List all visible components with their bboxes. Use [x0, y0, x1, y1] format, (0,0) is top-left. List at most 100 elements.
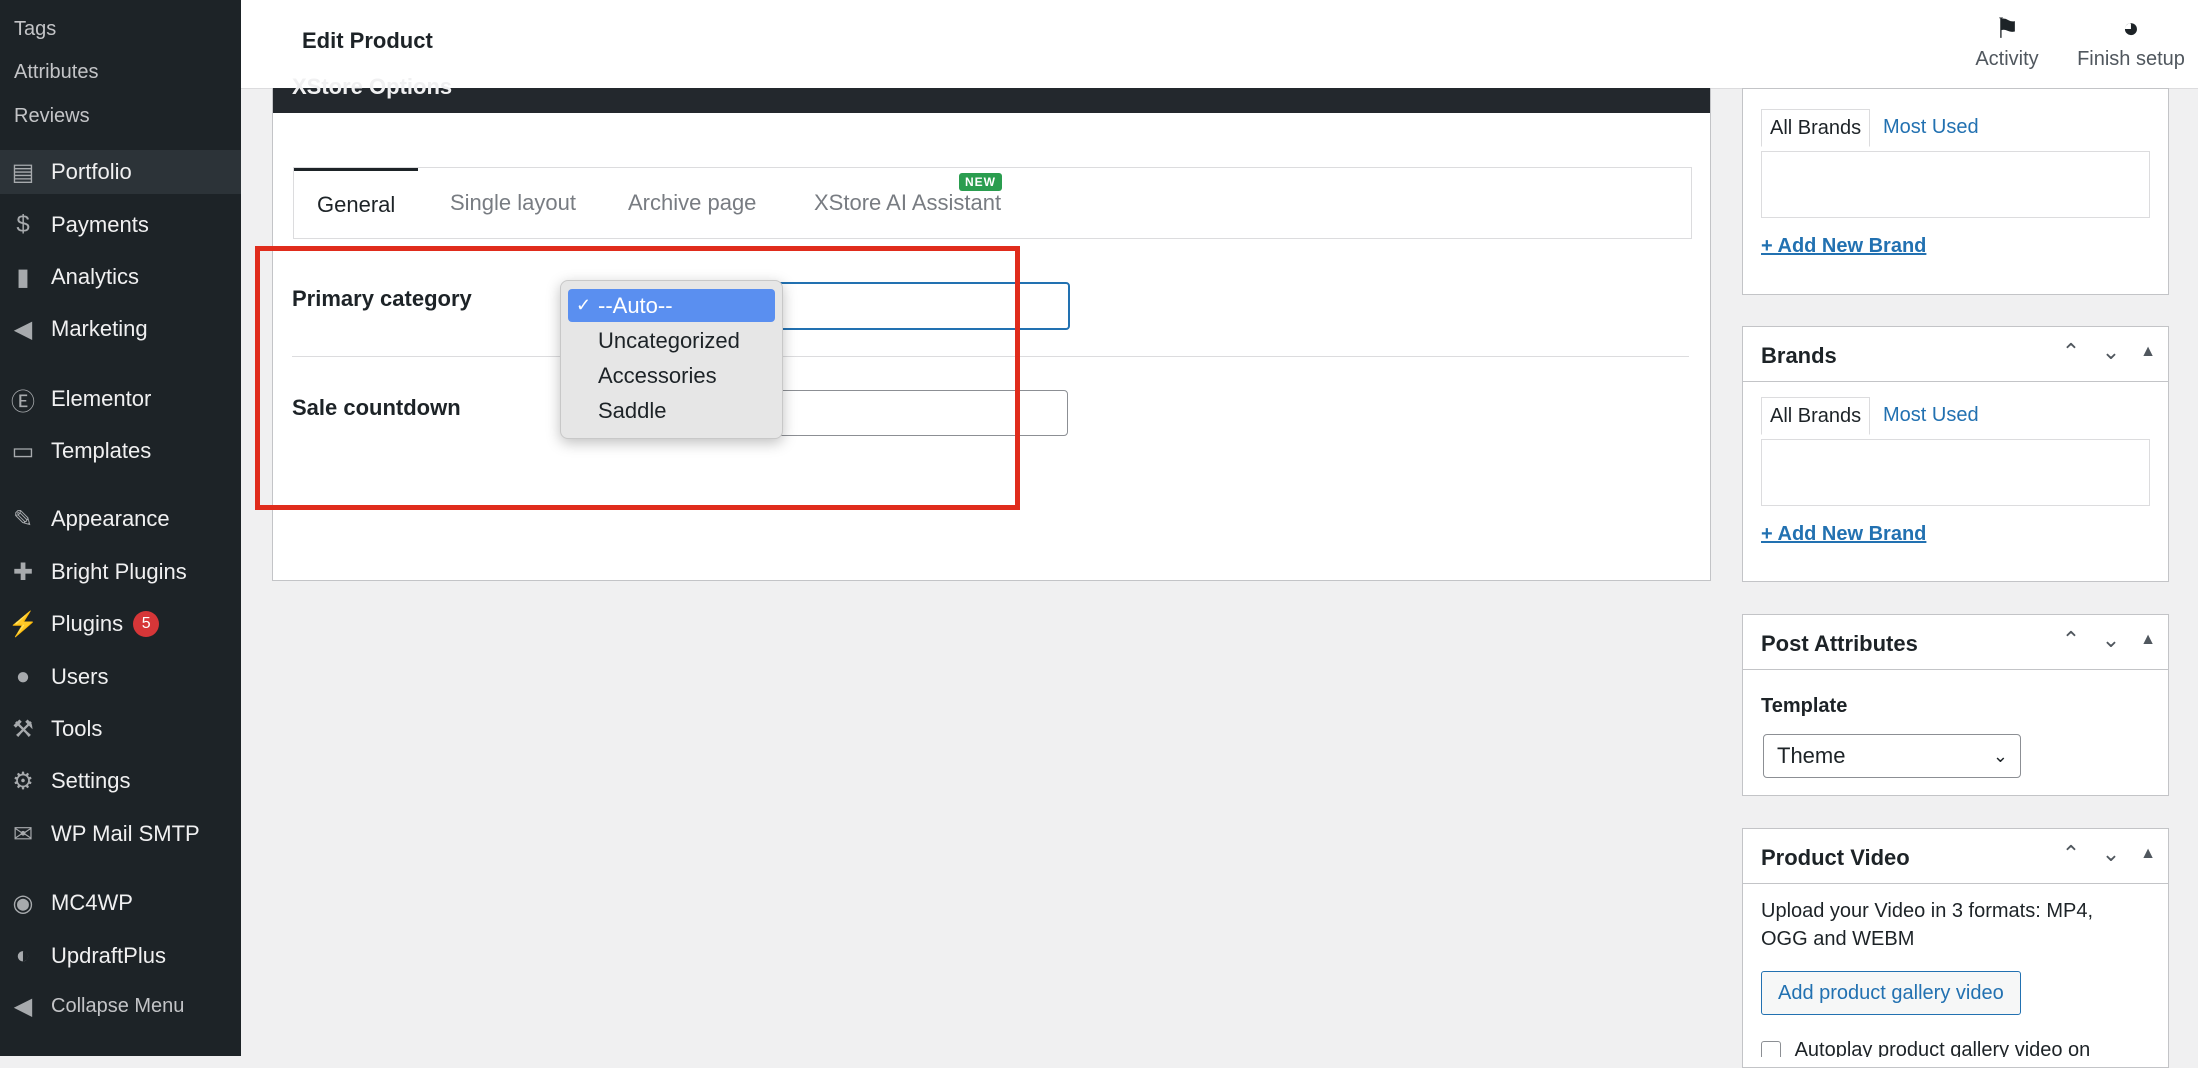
sidebar-item-templates[interactable]: ▭ Templates: [0, 429, 241, 473]
collapse-icon: ◀: [13, 992, 33, 1020]
flag-icon: ⚑: [1994, 13, 2020, 44]
sidebar-item-analytics[interactable]: ▮ Analytics: [0, 255, 241, 299]
tab-all-brands[interactable]: All Brands: [1761, 397, 1871, 435]
product-video-description: Upload your Video in 3 formats: MP4, OGG…: [1761, 900, 2094, 950]
post-attributes-title: Post Attributes: [1761, 631, 1918, 656]
puzzle-icon: ✚: [12, 558, 34, 586]
activity-button[interactable]: ⚑ Activity: [1959, 12, 2055, 71]
sidebar-item-label: Payments: [51, 212, 149, 237]
xstore-options-title: XStore Options: [292, 74, 453, 99]
chevron-up-icon[interactable]: ⌃: [2056, 339, 2086, 365]
chevron-down-icon[interactable]: ⌄: [2096, 627, 2126, 653]
tab-general[interactable]: General: [294, 168, 419, 241]
toggle-triangle-icon[interactable]: ▲: [2133, 343, 2163, 361]
chevron-up-icon[interactable]: ⌃: [2056, 841, 2086, 867]
sidebar-item-users[interactable]: ● Users: [0, 655, 241, 699]
tab-all-brands[interactable]: All Brands: [1761, 109, 1871, 147]
user-icon: ●: [15, 663, 31, 690]
tab-archive-page[interactable]: Archive page: [605, 168, 779, 238]
admin-sidebar: Tags Attributes Reviews ▤ Portfolio $ Pa…: [0, 0, 241, 1056]
megaphone-icon: ◀: [13, 315, 33, 343]
sidebar-item-label: Elementor: [51, 386, 152, 411]
add-new-brand-link[interactable]: + Add New Brand: [1761, 235, 1926, 258]
sidebar-item-label: Settings: [51, 768, 131, 793]
add-product-gallery-video-button[interactable]: Add product gallery video: [1761, 971, 2021, 1015]
top-header: Edit Product ⚑ Activity ◕ Finish setup: [241, 0, 2198, 89]
sidebar-item-plugins[interactable]: ⚡ Plugins 5: [0, 602, 241, 646]
plug-icon: ⚡: [8, 610, 38, 638]
xstore-tabs: General Single layout Archive page XStor…: [293, 167, 1692, 239]
sidebar-item-wp-mail-smtp[interactable]: ✉ WP Mail SMTP: [0, 812, 241, 856]
sidebar-item-portfolio[interactable]: ▤ Portfolio: [0, 150, 241, 194]
highlight-box: [255, 246, 1020, 510]
autoplay-label: Autoplay product gallery video on: [1794, 1039, 2091, 1057]
updraft-icon: ◐: [15, 942, 31, 969]
chevron-up-icon[interactable]: ⌃: [2056, 627, 2086, 653]
tab-most-used[interactable]: Most Used: [1875, 109, 1987, 145]
toggle-triangle-icon[interactable]: ▲: [2133, 845, 2163, 863]
sidebar-item-label: UpdraftPlus: [51, 943, 166, 968]
sidebar-item-settings[interactable]: ⚙ Settings: [0, 759, 241, 803]
elementor-icon: Ⓔ: [11, 388, 35, 416]
submenu-tags[interactable]: Tags: [14, 18, 56, 41]
finish-setup-label: Finish setup: [2077, 48, 2185, 70]
finish-setup-button[interactable]: ◕ Finish setup: [2066, 12, 2196, 71]
sidebar-item-label: Plugins: [51, 611, 124, 636]
mc4wp-icon: ◉: [12, 889, 34, 917]
submenu-attributes[interactable]: Attributes: [14, 61, 98, 84]
sidebar-item-label: Bright Plugins: [51, 559, 187, 584]
sidebar-item-marketing[interactable]: ◀ Marketing: [0, 307, 241, 351]
sidebar-item-label: Tools: [51, 716, 103, 741]
tab-most-used[interactable]: Most Used: [1875, 397, 1987, 433]
sidebar-item-label: MC4WP: [51, 890, 133, 915]
paintbrush-icon: ✎: [12, 505, 34, 533]
sidebar-item-label: Collapse Menu: [51, 994, 185, 1017]
wrench-icon: ⚒: [12, 715, 34, 743]
sidebar-item-updraftplus[interactable]: ◐ UpdraftPlus: [0, 934, 241, 978]
template-select[interactable]: Theme ⌄: [1763, 734, 2021, 778]
sidebar-item-elementor[interactable]: Ⓔ Elementor: [0, 377, 241, 421]
template-value: Theme: [1777, 743, 1846, 768]
autoplay-row[interactable]: Autoplay product gallery video on: [1761, 1039, 2161, 1057]
sidebar-item-label: WP Mail SMTP: [51, 821, 200, 846]
brands-box-top: All Brands Most Used + Add New Brand: [1742, 88, 2169, 295]
product-video-title: Product Video: [1761, 845, 1910, 870]
progress-circle-icon: ◕: [2122, 12, 2140, 43]
submenu-reviews[interactable]: Reviews: [14, 105, 90, 128]
page-title: Edit Product: [302, 28, 433, 53]
plugins-update-badge: 5: [133, 611, 160, 637]
sidebar-item-label: Templates: [51, 438, 152, 463]
sidebar-item-collapse-menu[interactable]: ◀ Collapse Menu: [0, 984, 241, 1028]
sidebar-item-mc4wp[interactable]: ◉ MC4WP: [0, 881, 241, 925]
sidebar-item-label: Appearance: [51, 506, 170, 531]
settings-icon: ⚙: [12, 767, 34, 795]
chevron-down-icon: ⌄: [1992, 746, 2008, 766]
chevron-down-icon[interactable]: ⌄: [2096, 841, 2126, 867]
box-divider: [1743, 883, 2168, 884]
box-divider: [1743, 381, 2168, 382]
activity-label: Activity: [1975, 48, 2039, 70]
tab-single-layout[interactable]: Single layout: [427, 168, 599, 238]
sidebar-item-appearance[interactable]: ✎ Appearance: [0, 497, 241, 541]
toggle-triangle-icon[interactable]: ▲: [2133, 631, 2163, 649]
sidebar-item-payments[interactable]: $ Payments: [0, 203, 241, 247]
mail-icon: ✉: [12, 820, 34, 848]
sidebar-item-label: Marketing: [51, 316, 148, 341]
brands-checklist: [1761, 439, 2150, 506]
payments-icon: $: [16, 211, 30, 238]
brands-box: Brands ⌃ ⌄ ▲ All Brands Most Used + Add …: [1742, 326, 2169, 582]
sidebar-item-label: Analytics: [51, 264, 140, 289]
add-new-brand-link[interactable]: + Add New Brand: [1761, 523, 1926, 546]
post-attributes-box: Post Attributes ⌃ ⌄ ▲ Template Theme ⌄: [1742, 614, 2169, 796]
portfolio-icon: ▤: [11, 158, 35, 186]
box-divider: [1743, 669, 2168, 670]
sidebar-item-bright-plugins[interactable]: ✚ Bright Plugins: [0, 550, 241, 594]
sidebar-item-tools[interactable]: ⚒ Tools: [0, 707, 241, 751]
new-badge: NEW: [959, 173, 1002, 191]
sidebar-item-label: Portfolio: [51, 159, 132, 184]
brands-checklist: [1761, 151, 2150, 218]
autoplay-checkbox[interactable]: [1761, 1040, 1781, 1057]
chevron-down-icon[interactable]: ⌄: [2096, 339, 2126, 365]
sidebar-item-label: Users: [51, 664, 109, 689]
analytics-icon: ▮: [16, 263, 30, 291]
